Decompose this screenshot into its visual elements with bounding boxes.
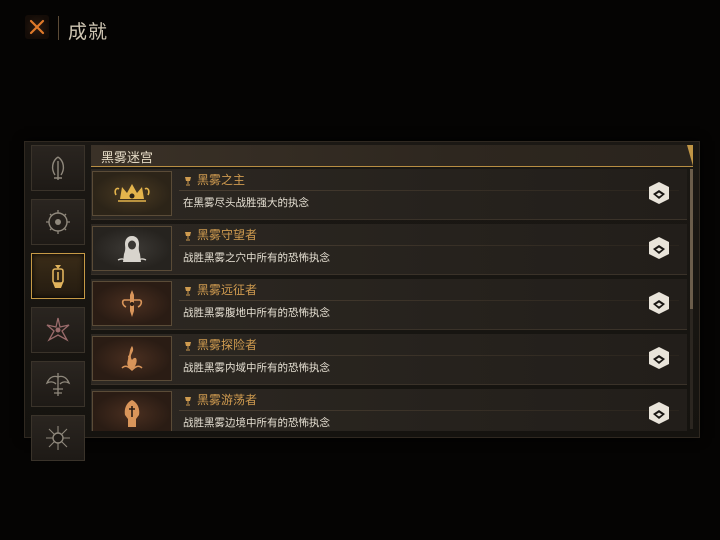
eye-gear-icon	[46, 210, 70, 234]
header-divider	[58, 16, 59, 40]
achievement-name: 黑雾探险者	[197, 338, 258, 352]
sword-rune-icon	[121, 289, 143, 317]
achievement-row[interactable]: 黑雾游荡者 战胜黑雾边境中所有的恐怖执念	[91, 389, 687, 431]
trophy-icon	[185, 177, 191, 186]
section-title: 黑雾迷宫	[101, 151, 154, 166]
crescent-flame-icon	[51, 156, 65, 180]
achievement-row[interactable]: 黑雾之主 在黑雾尽头战胜强大的执念	[91, 169, 687, 220]
winged-figure-icon	[45, 373, 71, 396]
helm-rune-icon	[124, 399, 140, 427]
row-divider	[179, 190, 679, 191]
row-divider	[179, 410, 679, 411]
achievement-name: 黑雾之主	[197, 173, 246, 187]
achievement-thumbnail	[92, 336, 172, 381]
lantern-icon	[52, 265, 64, 288]
reward-emblem-icon	[649, 237, 669, 259]
achievement-description: 在黑雾尽头战胜强大的执念	[183, 197, 309, 209]
achievement-row[interactable]: 黑雾守望者 战胜黑雾之穴中所有的恐怖执念	[91, 224, 687, 275]
thorn-star-icon	[46, 317, 70, 342]
category-tab-1[interactable]	[31, 145, 85, 191]
row-divider	[179, 245, 679, 246]
section-corner-ornament	[687, 145, 693, 166]
achievement-description: 战胜黑雾边境中所有的恐怖执念	[183, 417, 330, 429]
reward-status-button[interactable]	[646, 235, 672, 261]
spiked-eye-icon	[46, 426, 70, 450]
section-header: 黑雾迷宫	[91, 145, 693, 167]
trophy-icon	[185, 342, 191, 351]
reward-emblem-icon	[649, 182, 669, 204]
close-button[interactable]	[25, 15, 49, 39]
achievement-thumbnail	[92, 171, 172, 216]
trophy-icon	[185, 397, 191, 406]
achievement-name: 黑雾游荡者	[197, 393, 258, 407]
reward-status-button[interactable]	[646, 290, 672, 316]
achievement-row[interactable]: 黑雾探险者 战胜黑雾内域中所有的恐怖执念	[91, 334, 687, 385]
category-tab-4[interactable]	[31, 307, 85, 353]
category-tab-3[interactable]	[31, 253, 85, 299]
category-tab-2[interactable]	[31, 199, 85, 245]
achievement-thumbnail	[92, 391, 172, 431]
trophy-icon	[185, 232, 191, 241]
trophy-icon	[185, 287, 191, 296]
flame-rune-icon	[121, 345, 143, 371]
reward-emblem-icon	[649, 292, 669, 314]
reward-status-button[interactable]	[646, 345, 672, 371]
row-divider	[179, 355, 679, 356]
scrollbar-thumb[interactable]	[690, 169, 693, 309]
achievement-description: 战胜黑雾之穴中所有的恐怖执念	[183, 252, 330, 264]
achievement-name: 黑雾远征者	[197, 283, 258, 297]
reward-status-button[interactable]	[646, 180, 672, 206]
achievement-name: 黑雾守望者	[197, 228, 258, 242]
close-icon	[29, 19, 45, 35]
reward-emblem-icon	[649, 347, 669, 369]
hooded-figure-icon	[117, 235, 147, 262]
row-divider	[179, 300, 679, 301]
category-tab-5[interactable]	[31, 361, 85, 407]
achievement-list: 黑雾之主 在黑雾尽头战胜强大的执念 黑雾守望者 战胜黑雾之穴中所有的恐怖执念 黑…	[91, 169, 687, 431]
category-tab-6[interactable]	[31, 415, 85, 461]
achievement-description: 战胜黑雾腹地中所有的恐怖执念	[183, 307, 330, 319]
reward-emblem-icon	[649, 402, 669, 424]
achievement-description: 战胜黑雾内域中所有的恐怖执念	[183, 362, 330, 374]
page-title: 成就	[68, 21, 109, 43]
achievement-thumbnail	[92, 281, 172, 326]
achievements-panel: 黑雾迷宫 黑雾之主 在黑雾尽头战胜强大的执念 黑雾守望者 战胜黑雾之穴中所有的恐…	[24, 141, 700, 461]
reward-status-button[interactable]	[646, 400, 672, 426]
achievement-row[interactable]: 黑雾远征者 战胜黑雾腹地中所有的恐怖执念	[91, 279, 687, 330]
crown-crest-icon	[114, 183, 150, 202]
category-sidebar	[28, 145, 88, 469]
achievement-thumbnail	[92, 226, 172, 271]
